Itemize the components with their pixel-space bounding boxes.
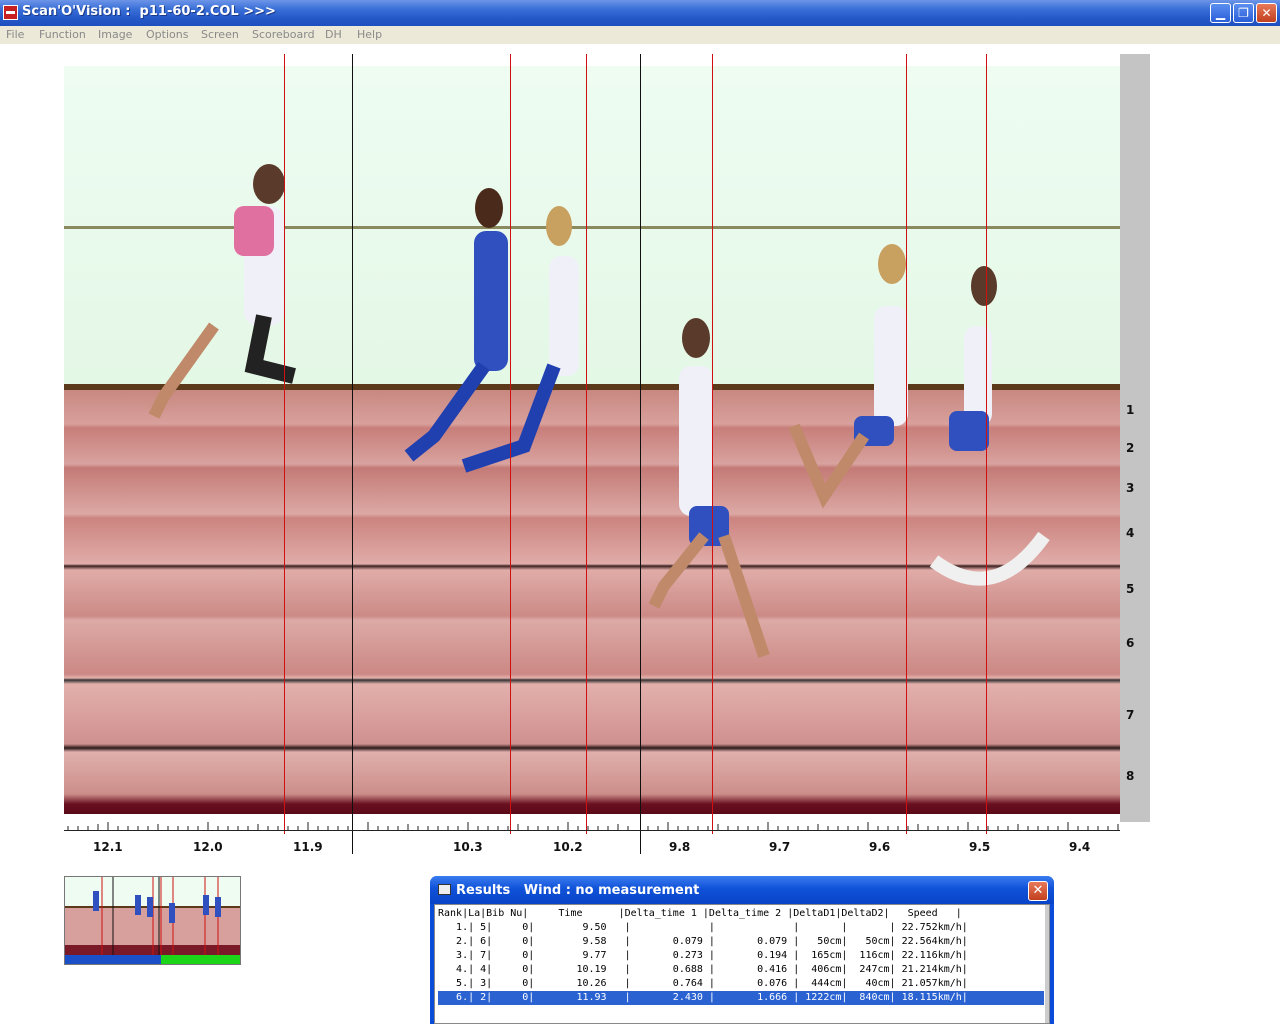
lane-label: 2 <box>1126 441 1135 455</box>
results-header: Rank|La|Bib Nu| Time |Delta_time 1 |Delt… <box>438 908 962 919</box>
lane-label: 1 <box>1126 403 1135 417</box>
minimize-button[interactable]: ▁ <box>1210 3 1231 23</box>
results-row[interactable]: 3.| 7| 0| 9.77 | 0.273 | 0.194 | 165cm| … <box>438 949 1044 963</box>
results-dialog: Results Wind : no measurement ✕ Rank|La|… <box>430 876 1054 1024</box>
image-top-margin <box>64 54 1120 66</box>
lane-label: 8 <box>1126 769 1135 783</box>
split-line[interactable] <box>640 54 641 854</box>
tick-label: 10.3 <box>453 840 483 854</box>
results-close-button[interactable]: ✕ <box>1028 881 1048 901</box>
marker-line[interactable] <box>986 54 987 834</box>
restore-button[interactable]: ❐ <box>1233 3 1254 23</box>
menu-function[interactable]: Function <box>39 28 86 41</box>
runner-lane-3 <box>404 188 579 473</box>
marker-line[interactable] <box>712 54 713 834</box>
marker-line[interactable] <box>284 54 285 834</box>
app-icon <box>3 5 18 20</box>
title-bar: Scan'O'Vision : p11-60-2.COL >>> ▁ ❐ ✕ <box>0 0 1280 26</box>
marker-line[interactable] <box>510 54 511 834</box>
runner-lane-5 <box>788 244 1050 586</box>
results-row[interactable]: 2.| 6| 0| 9.58 | 0.079 | 0.079 | 50cm| 5… <box>438 935 1044 949</box>
results-title-bar[interactable]: Results Wind : no measurement ✕ <box>430 876 1054 904</box>
lane-label: 6 <box>1126 636 1135 650</box>
window-title: Scan'O'Vision : p11-60-2.COL >>> <box>22 4 276 19</box>
tick-label: 12.0 <box>193 840 223 854</box>
thumbnail-image <box>65 877 240 955</box>
lane-label: 7 <box>1126 708 1135 722</box>
menu-bar: File Function Image Options Screen Score… <box>0 26 1280 44</box>
tick-label: 9.4 <box>1069 840 1091 854</box>
time-axis: 12.1 12.0 11.9 10.3 10.2 9.8 9.7 9.6 9.5… <box>64 822 1120 858</box>
runner-lane-2 <box>148 164 296 419</box>
tick-label: 10.2 <box>553 840 583 854</box>
menu-screen[interactable]: Screen <box>201 28 239 41</box>
photo-finish-image[interactable] <box>64 66 1120 814</box>
menu-options[interactable]: Options <box>146 28 188 41</box>
runner-figures <box>148 164 1050 658</box>
results-row[interactable]: 4.| 4| 0| 10.19 | 0.688 | 0.416 | 406cm|… <box>438 963 1044 977</box>
tick-label: 9.8 <box>669 840 691 854</box>
tick-label: 9.7 <box>769 840 791 854</box>
marker-line[interactable] <box>586 54 587 834</box>
menu-image[interactable]: Image <box>98 28 132 41</box>
results-table: Rank|La|Bib Nu| Time |Delta_time 1 |Delt… <box>434 904 1050 1024</box>
split-line[interactable] <box>352 54 353 854</box>
results-row[interactable]: 5.| 3| 0| 10.26 | 0.764 | 0.076 | 444cm|… <box>438 977 1044 991</box>
runner-lane-4 <box>648 318 770 658</box>
lane-label: 5 <box>1126 582 1135 596</box>
tick-label: 12.1 <box>93 840 123 854</box>
menu-help[interactable]: Help <box>357 28 382 41</box>
overview-progress-bar[interactable] <box>65 955 240 964</box>
results-title: Results Wind : no measurement <box>456 883 700 898</box>
close-button[interactable]: ✕ <box>1256 3 1277 23</box>
results-row[interactable]: 1.| 5| 0| 9.50 | | | | | 22.752km/h| <box>438 921 1044 935</box>
printer-icon <box>438 884 451 895</box>
marker-line[interactable] <box>906 54 907 834</box>
tick-label: 11.9 <box>293 840 323 854</box>
tick-label: 9.5 <box>969 840 991 854</box>
axis-ticks <box>67 822 1119 830</box>
results-row-selected[interactable]: 6.| 2| 0| 11.93 | 2.430 | 1.666 | 1222cm… <box>438 991 1044 1005</box>
tick-label: 9.6 <box>869 840 891 854</box>
overview-thumbnail[interactable] <box>64 876 241 965</box>
results-scrollbar[interactable] <box>1045 905 1049 1023</box>
overview-visible-range <box>65 955 161 964</box>
lane-label: 3 <box>1126 481 1135 495</box>
menu-file[interactable]: File <box>6 28 24 41</box>
menu-scoreboard[interactable]: Scoreboard <box>252 28 315 41</box>
vertical-scrollbar[interactable] <box>1120 54 1150 822</box>
lane-label: 4 <box>1126 526 1135 540</box>
menu-dh[interactable]: DH <box>325 28 342 41</box>
